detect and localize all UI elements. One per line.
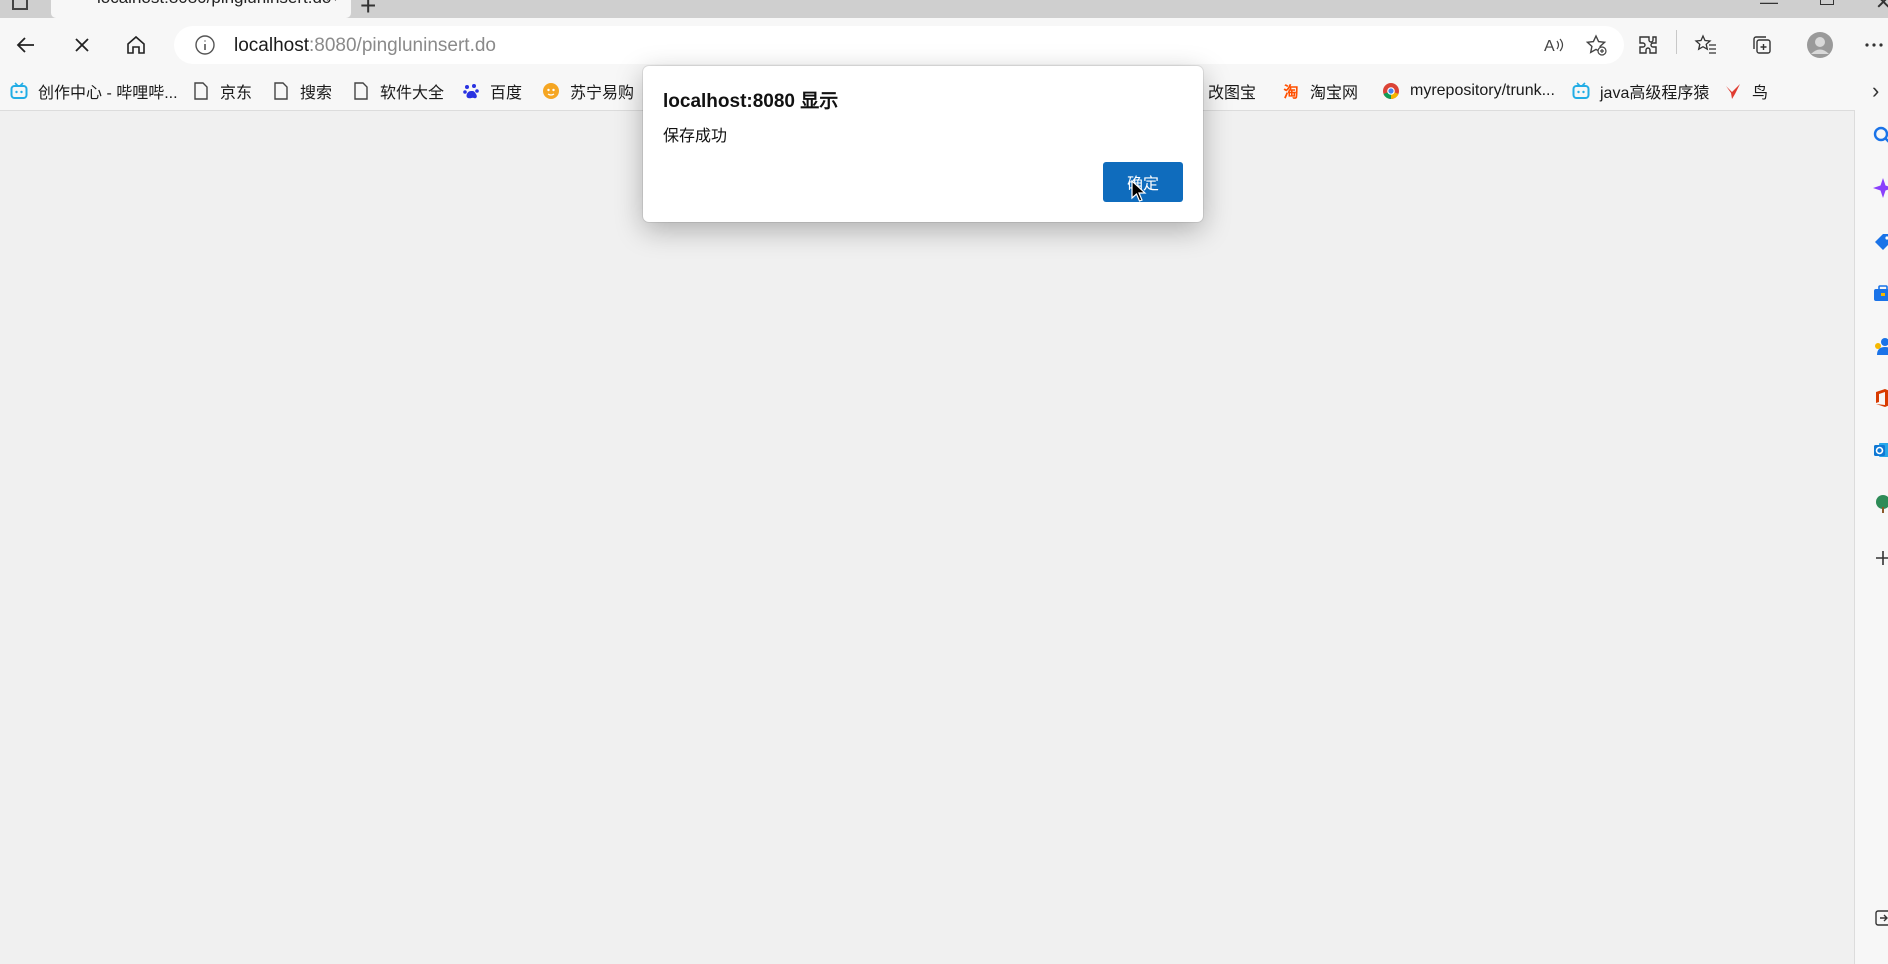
- url-text[interactable]: localhost:8080/pingluninsert.do: [234, 35, 496, 57]
- page-icon: [272, 82, 290, 100]
- dialog-title: localhost:8080 显示: [663, 91, 839, 112]
- bookmark-item[interactable]: 软件大全: [352, 72, 444, 110]
- outlook-icon[interactable]: [1873, 440, 1888, 460]
- favorites-button[interactable]: [1684, 18, 1728, 72]
- shopping-tag-icon[interactable]: [1873, 232, 1888, 252]
- more-icon: [1865, 43, 1883, 47]
- svg-text:A: A: [1544, 38, 1555, 55]
- bookmark-label: 搜索: [300, 85, 333, 102]
- bird-icon: [1724, 82, 1742, 100]
- bookmark-label: 淘宝网: [1310, 85, 1359, 102]
- profile-button[interactable]: [1798, 18, 1842, 72]
- close-icon: [75, 38, 89, 52]
- toolbar-separator: [1676, 30, 1677, 54]
- bookmark-item[interactable]: 苏宁易购: [542, 72, 634, 110]
- url-host: localhost: [234, 35, 309, 56]
- bilibili-icon: [1572, 82, 1590, 100]
- bookmarks-overflow-icon[interactable]: ›: [1872, 78, 1879, 104]
- tab-close-icon[interactable]: ✕: [324, 0, 339, 7]
- address-bar[interactable]: localhost:8080/pingluninsert.do A: [174, 26, 1624, 64]
- tree-icon[interactable]: [1873, 494, 1888, 514]
- restore-button[interactable]: [1820, 0, 1834, 5]
- settings-more-button[interactable]: [1852, 18, 1888, 72]
- minimize-button[interactable]: —: [1760, 0, 1778, 13]
- collections-button[interactable]: [1740, 18, 1784, 72]
- home-button[interactable]: [114, 18, 158, 72]
- search-icon[interactable]: [1873, 126, 1888, 146]
- close-window-button[interactable]: ✕: [1875, 0, 1888, 15]
- tools-icon[interactable]: [1873, 284, 1888, 304]
- puzzle-icon: [1639, 36, 1657, 54]
- add-favorite-icon[interactable]: [1584, 33, 1608, 57]
- tab-actions-icon[interactable]: [12, 0, 28, 10]
- bilibili-icon: [10, 82, 28, 100]
- bookmark-item[interactable]: 搜索: [272, 72, 332, 110]
- collections-icon: [1753, 36, 1771, 54]
- bookmark-item[interactable]: 鸟: [1724, 72, 1768, 110]
- extensions-button[interactable]: [1626, 18, 1670, 72]
- mouse-cursor-icon: [1131, 180, 1147, 202]
- home-icon: [127, 35, 145, 54]
- edge-sidebar: [1854, 110, 1888, 964]
- bookmark-label: 改图宝: [1208, 85, 1257, 102]
- add-icon[interactable]: [1873, 548, 1888, 568]
- taobao-icon: 淘: [1283, 83, 1299, 101]
- copilot-icon[interactable]: [1873, 178, 1888, 198]
- page-icon: [192, 82, 210, 100]
- bookmark-label: java高级程序猿: [1600, 85, 1710, 102]
- back-button[interactable]: [4, 18, 48, 72]
- bookmark-label: 软件大全: [380, 85, 445, 102]
- office-icon[interactable]: [1873, 388, 1888, 408]
- page-icon: [352, 82, 370, 100]
- bookmark-item[interactable]: 百度: [462, 72, 522, 110]
- chrome-icon: [1382, 82, 1400, 100]
- bookmark-item[interactable]: 淘 淘宝网: [1282, 72, 1358, 110]
- avatar-icon: [1807, 32, 1833, 58]
- bookmark-item[interactable]: java高级程序猿: [1572, 72, 1709, 110]
- bookmark-item[interactable]: 京东: [192, 72, 252, 110]
- browser-toolbar: localhost:8080/pingluninsert.do A: [0, 18, 1888, 72]
- tab-active[interactable]: localhost:8080/pingluninsert.do ✕: [50, 0, 352, 19]
- stop-button[interactable]: [60, 18, 104, 72]
- suning-icon: [542, 82, 560, 100]
- bookmark-label: myrepository/trunk...: [1410, 82, 1555, 99]
- url-path: :8080/pingluninsert.do: [309, 35, 496, 56]
- arrow-left-icon: [16, 37, 34, 53]
- bookmark-label: 鸟: [1752, 85, 1769, 102]
- collapse-sidebar-icon[interactable]: [1873, 908, 1888, 928]
- tab-strip: localhost:8080/pingluninsert.do ✕ + — ✕: [0, 0, 1888, 21]
- baidu-icon: [462, 82, 480, 100]
- alert-dialog: localhost:8080 显示 保存成功 确定: [643, 66, 1203, 222]
- bookmark-label: 京东: [220, 85, 253, 102]
- bookmark-label: 苏宁易购: [570, 85, 635, 102]
- info-icon[interactable]: [194, 34, 216, 56]
- people-icon[interactable]: [1873, 336, 1888, 356]
- read-aloud-icon[interactable]: A: [1542, 33, 1566, 57]
- tab-title: localhost:8080/pingluninsert.do: [97, 0, 331, 8]
- bookmark-label: 创作中心 - 哔哩哔...: [38, 85, 178, 102]
- bookmark-label: 百度: [490, 85, 523, 102]
- bookmark-item[interactable]: myrepository/trunk...: [1382, 72, 1555, 110]
- bookmark-item[interactable]: 创作中心 - 哔哩哔...: [10, 72, 178, 110]
- favorites-icon: [1694, 34, 1716, 54]
- dialog-message: 保存成功: [663, 128, 728, 145]
